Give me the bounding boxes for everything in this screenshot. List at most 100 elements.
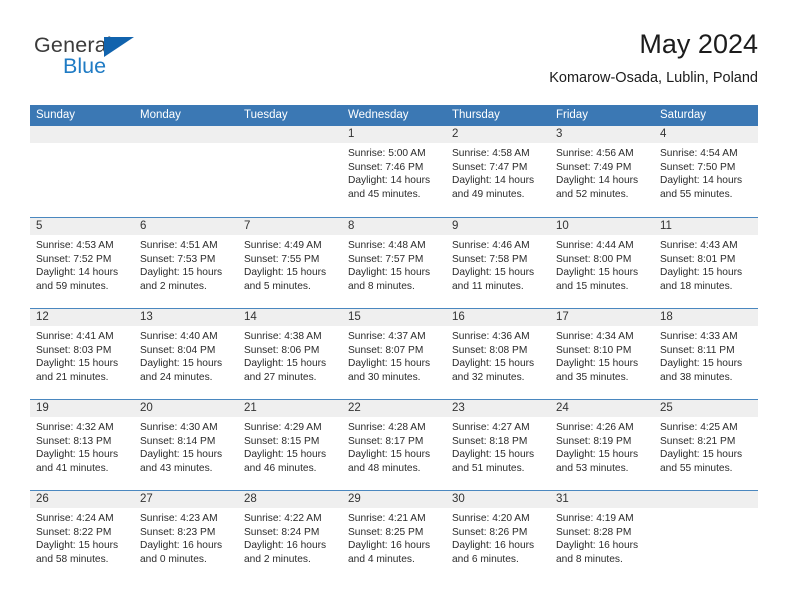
day-details: Sunrise: 4:58 AM Sunset: 7:47 PM Daylight:… xyxy=(446,143,550,201)
day-cell[interactable]: 28 Sunrise: 4:22 AM Sunset: 8:24 PM Dayligh… xyxy=(238,491,342,581)
page-header: General Blue May 2024 Komarow-Osada, Lub… xyxy=(0,0,792,100)
day-details: Sunrise: 4:49 AM Sunset: 7:55 PM Daylight:… xyxy=(238,235,342,293)
day-details: Sunrise: 4:40 AM Sunset: 8:04 PM Daylight:… xyxy=(134,326,238,384)
day-cell[interactable]: 29 Sunrise: 4:21 AM Sunset: 8:25 PM Dayligh… xyxy=(342,491,446,581)
daylight-duration-line1: Daylight: 15 hours xyxy=(660,358,743,370)
day-cell[interactable]: 16 Sunrise: 4:36 AM Sunset: 8:08 PM Dayligh… xyxy=(446,309,550,399)
sunset-time: Sunset: 8:26 PM xyxy=(452,526,528,538)
daylight-duration-line2: and 53 minutes. xyxy=(556,462,629,474)
daylight-duration-line1: Daylight: 14 hours xyxy=(556,175,639,187)
day-number: 13 xyxy=(134,309,238,326)
sunset-time: Sunset: 8:07 PM xyxy=(348,344,424,356)
week-row: 1 Sunrise: 5:00 AM Sunset: 7:46 PM Daylight… xyxy=(30,126,758,217)
day-cell-empty xyxy=(30,126,134,217)
day-number xyxy=(654,491,758,508)
day-cell[interactable]: 17 Sunrise: 4:34 AM Sunset: 8:10 PM Dayligh… xyxy=(550,309,654,399)
day-number xyxy=(30,126,134,143)
sunset-time: Sunset: 8:01 PM xyxy=(660,253,736,265)
sunset-time: Sunset: 8:23 PM xyxy=(140,526,216,538)
day-cell[interactable]: 5 Sunrise: 4:53 AM Sunset: 7:52 PM Daylight… xyxy=(30,218,134,308)
day-cell[interactable]: 24 Sunrise: 4:26 AM Sunset: 8:19 PM Dayligh… xyxy=(550,400,654,490)
sunset-time: Sunset: 8:19 PM xyxy=(556,435,632,447)
day-cell[interactable]: 9 Sunrise: 4:46 AM Sunset: 7:58 PM Daylight… xyxy=(446,218,550,308)
day-details: Sunrise: 4:48 AM Sunset: 7:57 PM Daylight:… xyxy=(342,235,446,293)
day-cell[interactable]: 25 Sunrise: 4:25 AM Sunset: 8:21 PM Dayligh… xyxy=(654,400,758,490)
daylight-duration-line1: Daylight: 15 hours xyxy=(452,449,535,461)
sunset-time: Sunset: 8:06 PM xyxy=(244,344,320,356)
day-number: 8 xyxy=(342,218,446,235)
day-cell[interactable]: 13 Sunrise: 4:40 AM Sunset: 8:04 PM Dayligh… xyxy=(134,309,238,399)
day-number: 5 xyxy=(30,218,134,235)
sunrise-time: Sunrise: 4:20 AM xyxy=(452,513,530,524)
sunrise-time: Sunrise: 4:58 AM xyxy=(452,148,530,159)
sunrise-time: Sunrise: 4:48 AM xyxy=(348,240,426,251)
day-cell[interactable]: 3 Sunrise: 4:56 AM Sunset: 7:49 PM Daylight… xyxy=(550,126,654,217)
sunset-time: Sunset: 8:24 PM xyxy=(244,526,320,538)
day-cell[interactable]: 12 Sunrise: 4:41 AM Sunset: 8:03 PM Dayligh… xyxy=(30,309,134,399)
day-cell[interactable]: 4 Sunrise: 4:54 AM Sunset: 7:50 PM Daylight… xyxy=(654,126,758,217)
sunset-time: Sunset: 7:58 PM xyxy=(452,253,528,265)
day-cell[interactable]: 11 Sunrise: 4:43 AM Sunset: 8:01 PM Dayligh… xyxy=(654,218,758,308)
day-cell-empty xyxy=(654,491,758,581)
daylight-duration-line1: Daylight: 15 hours xyxy=(244,449,327,461)
day-cell[interactable]: 15 Sunrise: 4:37 AM Sunset: 8:07 PM Dayligh… xyxy=(342,309,446,399)
sunset-time: Sunset: 7:53 PM xyxy=(140,253,216,265)
sunrise-time: Sunrise: 4:34 AM xyxy=(556,331,634,342)
day-number: 12 xyxy=(30,309,134,326)
daylight-duration-line1: Daylight: 16 hours xyxy=(348,540,431,552)
sunrise-time: Sunrise: 4:40 AM xyxy=(140,331,218,342)
weekday-header-friday: Friday xyxy=(556,109,588,121)
day-cell[interactable]: 26 Sunrise: 4:24 AM Sunset: 8:22 PM Dayligh… xyxy=(30,491,134,581)
day-cell[interactable]: 21 Sunrise: 4:29 AM Sunset: 8:15 PM Dayligh… xyxy=(238,400,342,490)
sunrise-time: Sunrise: 4:29 AM xyxy=(244,422,322,433)
sunrise-time: Sunrise: 4:43 AM xyxy=(660,240,738,251)
daylight-duration-line2: and 58 minutes. xyxy=(36,553,109,565)
day-details: Sunrise: 4:46 AM Sunset: 7:58 PM Daylight:… xyxy=(446,235,550,293)
day-cell[interactable]: 27 Sunrise: 4:23 AM Sunset: 8:23 PM Dayligh… xyxy=(134,491,238,581)
day-number: 6 xyxy=(134,218,238,235)
daylight-duration-line2: and 5 minutes. xyxy=(244,280,311,292)
weekday-header-monday: Monday xyxy=(140,109,181,121)
sunset-time: Sunset: 7:52 PM xyxy=(36,253,112,265)
sunset-time: Sunset: 8:15 PM xyxy=(244,435,320,447)
day-cell[interactable]: 2 Sunrise: 4:58 AM Sunset: 7:47 PM Daylight… xyxy=(446,126,550,217)
day-cell[interactable]: 1 Sunrise: 5:00 AM Sunset: 7:46 PM Daylight… xyxy=(342,126,446,217)
location-subtitle: Komarow-Osada, Lublin, Poland xyxy=(549,70,758,86)
day-details: Sunrise: 4:41 AM Sunset: 8:03 PM Daylight:… xyxy=(30,326,134,384)
general-blue-logo[interactable]: General Blue xyxy=(34,34,204,82)
day-cell[interactable]: 23 Sunrise: 4:27 AM Sunset: 8:18 PM Dayligh… xyxy=(446,400,550,490)
day-details: Sunrise: 4:26 AM Sunset: 8:19 PM Daylight:… xyxy=(550,417,654,475)
day-cell[interactable]: 22 Sunrise: 4:28 AM Sunset: 8:17 PM Dayligh… xyxy=(342,400,446,490)
sunset-time: Sunset: 8:13 PM xyxy=(36,435,112,447)
day-cell[interactable]: 7 Sunrise: 4:49 AM Sunset: 7:55 PM Daylight… xyxy=(238,218,342,308)
day-cell[interactable]: 14 Sunrise: 4:38 AM Sunset: 8:06 PM Dayligh… xyxy=(238,309,342,399)
sunset-time: Sunset: 8:08 PM xyxy=(452,344,528,356)
day-details: Sunrise: 4:24 AM Sunset: 8:22 PM Daylight:… xyxy=(30,508,134,566)
day-cell[interactable]: 10 Sunrise: 4:44 AM Sunset: 8:00 PM Dayligh… xyxy=(550,218,654,308)
daylight-duration-line2: and 11 minutes. xyxy=(452,280,524,292)
sunset-time: Sunset: 7:47 PM xyxy=(452,161,528,173)
daylight-duration-line2: and 41 minutes. xyxy=(36,462,109,474)
day-cell[interactable]: 20 Sunrise: 4:30 AM Sunset: 8:14 PM Dayligh… xyxy=(134,400,238,490)
daylight-duration-line1: Daylight: 15 hours xyxy=(556,449,639,461)
day-cell[interactable]: 18 Sunrise: 4:33 AM Sunset: 8:11 PM Dayligh… xyxy=(654,309,758,399)
day-cell[interactable]: 30 Sunrise: 4:20 AM Sunset: 8:26 PM Dayligh… xyxy=(446,491,550,581)
day-cell[interactable]: 6 Sunrise: 4:51 AM Sunset: 7:53 PM Daylight… xyxy=(134,218,238,308)
day-details: Sunrise: 4:44 AM Sunset: 8:00 PM Daylight:… xyxy=(550,235,654,293)
day-number: 30 xyxy=(446,491,550,508)
day-cell[interactable]: 19 Sunrise: 4:32 AM Sunset: 8:13 PM Dayligh… xyxy=(30,400,134,490)
day-number: 17 xyxy=(550,309,654,326)
day-cell[interactable]: 8 Sunrise: 4:48 AM Sunset: 7:57 PM Daylight… xyxy=(342,218,446,308)
sunset-time: Sunset: 8:18 PM xyxy=(452,435,528,447)
page-title: May 2024 xyxy=(639,29,758,59)
day-number: 23 xyxy=(446,400,550,417)
daylight-duration-line2: and 2 minutes. xyxy=(140,280,207,292)
day-cell[interactable]: 31 Sunrise: 4:19 AM Sunset: 8:28 PM Dayligh… xyxy=(550,491,654,581)
sunrise-time: Sunrise: 4:46 AM xyxy=(452,240,530,251)
day-number: 31 xyxy=(550,491,654,508)
day-details: Sunrise: 4:21 AM Sunset: 8:25 PM Daylight:… xyxy=(342,508,446,566)
daylight-duration-line2: and 15 minutes. xyxy=(556,280,629,292)
daylight-duration-line1: Daylight: 15 hours xyxy=(244,267,327,279)
sunrise-time: Sunrise: 4:54 AM xyxy=(660,148,738,159)
day-number: 28 xyxy=(238,491,342,508)
